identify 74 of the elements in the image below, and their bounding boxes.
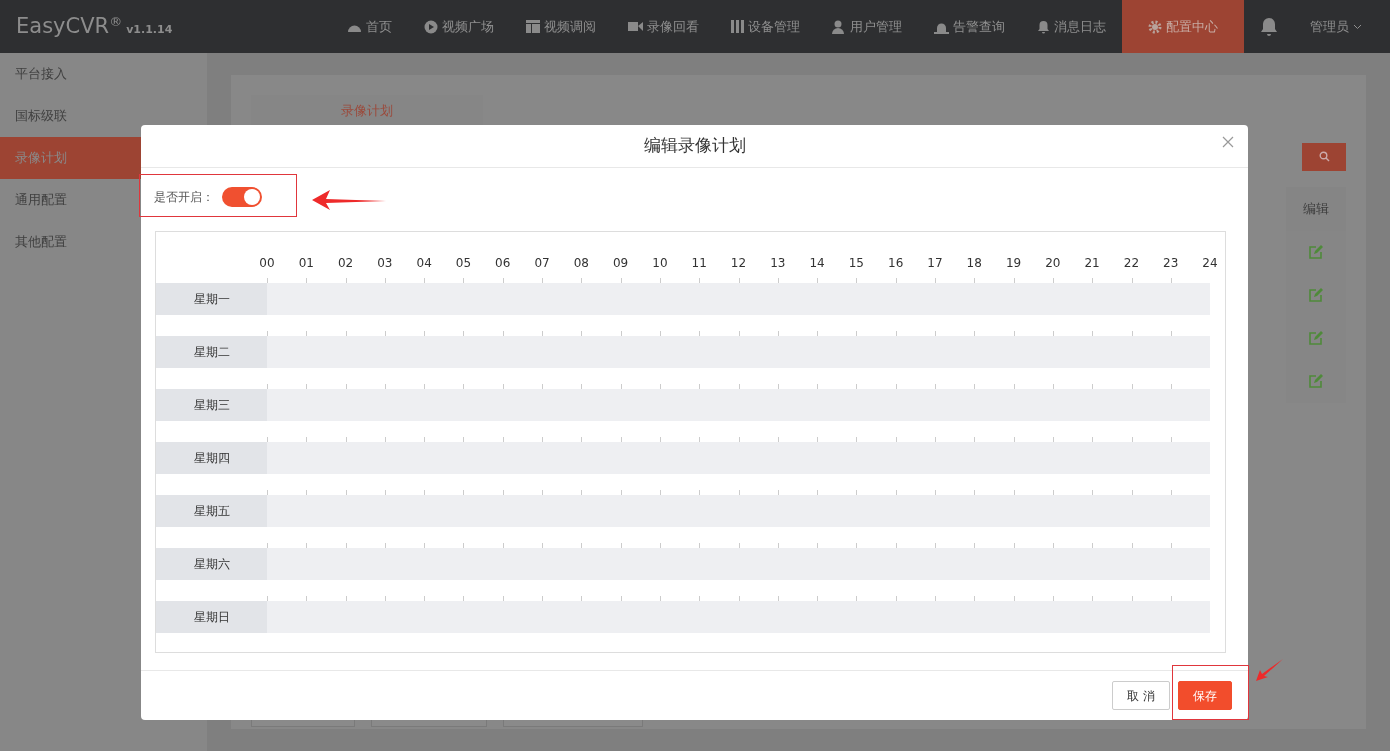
edit-icon[interactable] bbox=[1309, 374, 1323, 388]
video-camera-icon bbox=[628, 21, 643, 32]
hour-label: 02 bbox=[337, 255, 354, 272]
dialog-title: 编辑录像计划 bbox=[643, 134, 746, 158]
hour-label: 23 bbox=[1163, 255, 1179, 272]
hour-label: 24 bbox=[1202, 255, 1218, 272]
gear-icon bbox=[1148, 19, 1162, 34]
hour-label: 09 bbox=[613, 255, 629, 272]
bell-icon[interactable] bbox=[1260, 16, 1278, 37]
layout-icon bbox=[526, 20, 540, 33]
hour-label: 13 bbox=[770, 255, 786, 272]
close-icon[interactable] bbox=[1222, 136, 1234, 148]
user-icon bbox=[832, 19, 846, 34]
edit-icon[interactable] bbox=[1309, 245, 1323, 259]
nav-item[interactable]: 视频调阅 bbox=[510, 0, 612, 53]
hour-label: 20 bbox=[1045, 255, 1061, 272]
search-icon[interactable] bbox=[1318, 151, 1330, 162]
hour-label: 15 bbox=[848, 255, 864, 272]
chevron-down-icon[interactable] bbox=[1353, 23, 1362, 30]
sidebar-item[interactable]: 平台接入 bbox=[0, 53, 207, 95]
nav-item[interactable]: 首页 bbox=[331, 0, 408, 53]
nav-item[interactable]: 录像回看 bbox=[612, 0, 715, 53]
hour-label: 05 bbox=[455, 255, 472, 272]
edit-icon[interactable] bbox=[1309, 288, 1323, 302]
hour-label: 03 bbox=[377, 255, 393, 272]
hour-label: 12 bbox=[730, 255, 747, 272]
hour-label: 19 bbox=[1005, 255, 1022, 272]
brand-logo: EasyCVR$^{®}$ bbox=[15, 12, 123, 40]
hour-label: 07 bbox=[534, 255, 550, 272]
save-button[interactable]: 保存 bbox=[1178, 681, 1232, 710]
day-label: 星期五 bbox=[156, 495, 267, 527]
sidebar-item[interactable]: 国标级联 bbox=[0, 95, 207, 137]
edit-icon[interactable] bbox=[1309, 331, 1323, 345]
version-label: v1.1.14 bbox=[126, 21, 173, 38]
hour-label: 00 bbox=[259, 255, 275, 272]
nav-item[interactable]: 设备管理 bbox=[715, 0, 816, 53]
hour-label: 16 bbox=[888, 255, 904, 272]
nav-item[interactable]: 配置中心 bbox=[1122, 0, 1244, 53]
day-label: 星期二 bbox=[156, 336, 267, 368]
hour-label: 10 bbox=[652, 255, 668, 272]
columns-icon bbox=[731, 20, 744, 33]
day-label: 星期三 bbox=[156, 389, 267, 421]
timeline-bar[interactable] bbox=[267, 389, 1210, 421]
cancel-button[interactable]: 取 消 bbox=[1112, 681, 1170, 710]
timeline-bar[interactable] bbox=[267, 336, 1210, 368]
nav-item[interactable]: 告警查询 bbox=[918, 0, 1021, 53]
nav-item[interactable]: 视频广场 bbox=[408, 0, 510, 53]
bell-icon bbox=[1037, 19, 1050, 34]
day-label: 星期四 bbox=[156, 442, 267, 474]
hour-label: 08 bbox=[573, 255, 589, 272]
hour-label: 11 bbox=[691, 255, 707, 272]
timeline-bar[interactable] bbox=[267, 283, 1210, 315]
nav-item[interactable]: 消息日志 bbox=[1021, 0, 1122, 53]
hour-label: 14 bbox=[809, 255, 825, 272]
search-button[interactable] bbox=[1302, 142, 1346, 171]
user-menu[interactable]: 管理员 bbox=[1294, 0, 1390, 53]
hour-label: 21 bbox=[1084, 255, 1100, 272]
toggle-switch[interactable] bbox=[222, 187, 262, 207]
timeline-bar[interactable] bbox=[267, 548, 1210, 580]
day-label: 星期日 bbox=[156, 601, 267, 633]
nav-item[interactable]: 用户管理 bbox=[816, 0, 918, 53]
timeline-bar[interactable] bbox=[267, 442, 1210, 474]
hour-label: 04 bbox=[416, 255, 432, 272]
day-label: 星期一 bbox=[156, 283, 267, 315]
day-label: 星期六 bbox=[156, 548, 267, 580]
hour-label: 22 bbox=[1123, 255, 1140, 272]
hour-label: 18 bbox=[966, 255, 982, 272]
timeline-bar[interactable] bbox=[267, 601, 1210, 633]
play-icon bbox=[424, 19, 438, 34]
timeline-bar[interactable] bbox=[267, 495, 1210, 527]
hour-label: 06 bbox=[495, 255, 511, 272]
hour-label: 01 bbox=[298, 255, 314, 272]
hour-label: 17 bbox=[927, 255, 943, 272]
enable-label: 是否开启： bbox=[154, 189, 214, 206]
